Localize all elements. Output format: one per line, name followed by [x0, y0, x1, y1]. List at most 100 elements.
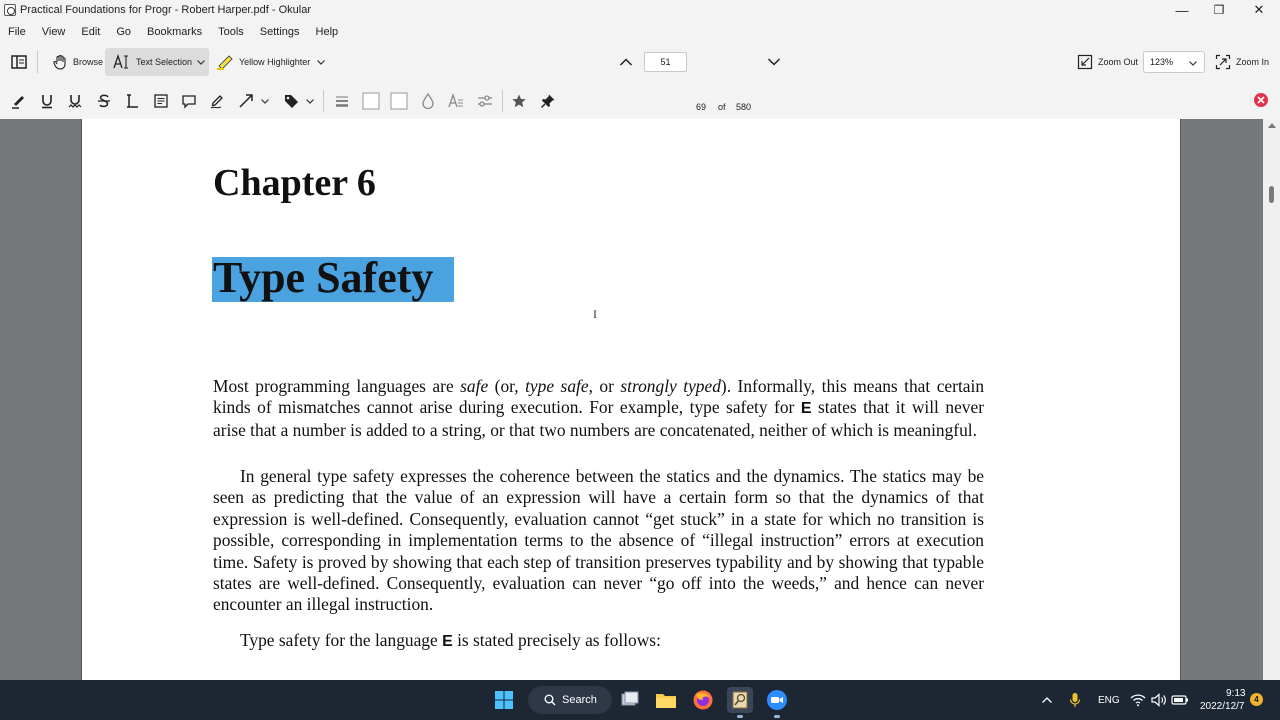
typewriter-tool[interactable]: [121, 91, 143, 111]
paragraph-3[interactable]: Type safety for the language E is stated…: [213, 630, 984, 652]
zoom-in-icon: [1215, 54, 1231, 70]
firefox-button[interactable]: [691, 688, 715, 712]
clock-date[interactable]: 2022/12/7: [1200, 701, 1245, 712]
chevron-up-icon: [619, 58, 633, 66]
chevron-down-icon: [197, 60, 205, 65]
file-explorer-button[interactable]: [654, 688, 678, 712]
highlighter-dropdown[interactable]: [314, 48, 328, 76]
menu-edit[interactable]: Edit: [73, 26, 108, 38]
minimize-button[interactable]: —: [1162, 0, 1202, 20]
arrow-tool[interactable]: [235, 91, 257, 111]
notification-badge[interactable]: 4: [1250, 693, 1263, 706]
font-tool[interactable]: [445, 91, 467, 111]
start-button[interactable]: [492, 688, 516, 712]
scrollbar-thumb[interactable]: [1269, 186, 1274, 203]
zoom-out-button[interactable]: Zoom Out: [1077, 48, 1138, 76]
windows-logo-icon: [495, 691, 513, 709]
task-view-button[interactable]: [618, 688, 642, 712]
favorite-tool[interactable]: [508, 91, 530, 111]
zoom-app-icon: [767, 690, 787, 710]
pdf-page[interactable]: Chapter 6 Type Safety Ι Most programming…: [81, 119, 1181, 680]
task-view-icon: [621, 691, 639, 706]
chevron-down-icon: [317, 60, 325, 65]
next-page-button[interactable]: [765, 48, 783, 76]
zoom-in-label: Zoom In: [1236, 57, 1270, 67]
squiggly-tool[interactable]: [64, 91, 86, 111]
yellow-highlighter-button[interactable]: Yellow Highlighter: [216, 48, 310, 76]
network-tray-button[interactable]: [1128, 688, 1148, 712]
zoom-app-button[interactable]: [765, 688, 789, 712]
menu-bookmarks[interactable]: Bookmarks: [139, 26, 210, 38]
menu-help[interactable]: Help: [308, 26, 347, 38]
microphone-tray-button[interactable]: [1065, 688, 1085, 712]
sidebar-toggle-button[interactable]: [10, 48, 28, 76]
text-cursor-icon: Ι: [593, 307, 597, 321]
chevron-up-icon: [1042, 697, 1052, 703]
page-number-input[interactable]: 51: [644, 52, 687, 72]
arrow-tool-dropdown[interactable]: [258, 91, 272, 111]
clock-time[interactable]: 9:13: [1226, 688, 1245, 699]
menu-go[interactable]: Go: [108, 26, 139, 38]
stamp-tool[interactable]: [280, 91, 302, 111]
hand-icon: [53, 54, 66, 70]
highlighter-icon: [217, 55, 233, 70]
line-color-tool[interactable]: [360, 91, 382, 111]
selected-section-title[interactable]: Type Safety: [212, 256, 454, 302]
paragraph-2[interactable]: In general type safety expresses the coh…: [213, 466, 984, 616]
opacity-tool[interactable]: [417, 91, 439, 111]
browse-tool-button[interactable]: Browse: [48, 48, 107, 76]
battery-icon: [1171, 695, 1188, 705]
search-icon: [544, 694, 556, 706]
freehand-tool[interactable]: [206, 91, 228, 111]
previous-page-button[interactable]: [617, 48, 635, 76]
chevron-down-icon: [261, 99, 269, 104]
typewriter-icon: [127, 94, 138, 108]
menu-view[interactable]: View: [34, 26, 74, 38]
toolbar-separator: [502, 90, 503, 112]
color-swatch-icon: [362, 92, 380, 110]
battery-tray-button[interactable]: [1170, 688, 1190, 712]
stamp-tool-dropdown[interactable]: [303, 91, 317, 111]
fill-color-tool[interactable]: [388, 91, 410, 111]
okular-active-indicator: [737, 715, 743, 718]
inline-note-tool[interactable]: [150, 91, 172, 111]
maximize-button[interactable]: ❐: [1199, 0, 1239, 20]
scroll-up-arrow-icon[interactable]: [1268, 123, 1276, 128]
close-annotation-toolbar-button[interactable]: [1254, 93, 1268, 107]
document-view[interactable]: Chapter 6 Type Safety Ι Most programming…: [0, 119, 1280, 680]
arrow-icon: [239, 94, 253, 108]
microphone-icon: [1069, 693, 1081, 707]
volume-tray-button[interactable]: [1149, 688, 1169, 712]
highlight-tool[interactable]: [8, 91, 30, 111]
toolbar-separator: [323, 90, 324, 112]
window-title: Practical Foundations for Progr - Robert…: [20, 4, 312, 16]
taskbar: Search ENG 9:13 2022/12/7: [0, 680, 1280, 720]
show-hidden-icons-button[interactable]: [1037, 688, 1057, 712]
text-selection-label: Text Selection: [136, 57, 193, 67]
zoom-in-button[interactable]: Zoom In: [1215, 48, 1269, 76]
zoom-level-value: 123%: [1150, 57, 1174, 67]
speaker-icon: [1151, 693, 1166, 707]
input-language-indicator[interactable]: ENG: [1098, 695, 1120, 706]
paragraph-1[interactable]: Most programming languages are safe (or,…: [213, 376, 984, 441]
taskbar-search[interactable]: Search: [528, 686, 612, 714]
zoom-level-select[interactable]: 123%: [1143, 51, 1205, 73]
strikeout-tool[interactable]: [93, 91, 115, 111]
pin-toolbar-button[interactable]: [537, 91, 559, 111]
annotation-settings-tool[interactable]: [474, 91, 496, 111]
close-window-button[interactable]: ✕: [1239, 0, 1279, 20]
menu-tools[interactable]: Tools: [210, 26, 252, 38]
strikethrough-icon: [98, 94, 110, 108]
underline-tool[interactable]: [36, 91, 58, 111]
okular-taskbar-button[interactable]: [727, 687, 753, 713]
vertical-scrollbar[interactable]: [1263, 119, 1280, 680]
firefox-icon: [693, 690, 713, 710]
menu-bar: File View Edit Go Bookmarks Tools Settin…: [0, 22, 346, 42]
menu-settings[interactable]: Settings: [252, 26, 308, 38]
selection-mode-dropdown[interactable]: [193, 48, 209, 76]
popup-note-tool[interactable]: [178, 91, 200, 111]
okular-icon: [732, 691, 748, 709]
line-width-tool[interactable]: [331, 91, 353, 111]
menu-file[interactable]: File: [0, 26, 34, 38]
chevron-down-icon: [1189, 61, 1197, 66]
